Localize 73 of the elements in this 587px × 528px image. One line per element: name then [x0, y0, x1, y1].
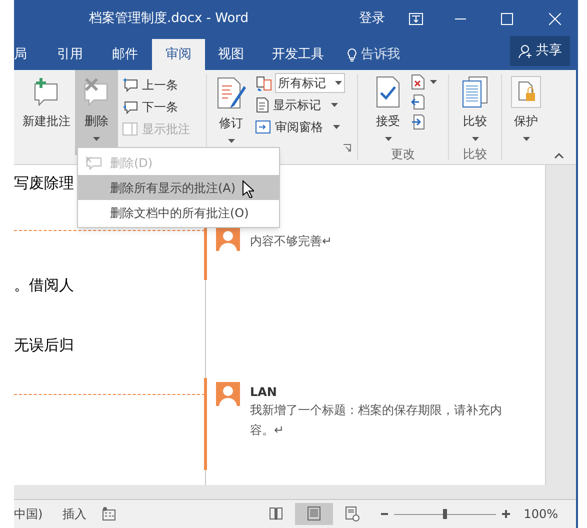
caret-icon — [430, 80, 437, 84]
previous-comment-icon — [122, 77, 138, 93]
ribbon-tab[interactable]: 邮件 — [98, 39, 152, 70]
compare-documents-icon — [461, 76, 489, 108]
add-person-icon — [518, 44, 533, 58]
ribbon-tab[interactable]: 开发工具 — [257, 39, 339, 70]
caret-icon — [384, 137, 392, 141]
group-label: 比较 — [463, 147, 487, 161]
ribbon-options-button[interactable] — [409, 12, 423, 24]
markup-icon — [255, 75, 273, 91]
new-comment-button[interactable]: 新建批注 — [18, 70, 75, 155]
print-view-button[interactable] — [294, 503, 333, 525]
document-text: 写废除理 — [14, 173, 74, 193]
close-button[interactable] — [549, 12, 561, 24]
mouse-pointer-icon — [242, 180, 254, 198]
markup-dropdown[interactable]: 所有标记 — [275, 73, 345, 93]
macro-icon[interactable] — [102, 507, 116, 521]
avatar-icon — [216, 382, 240, 406]
menu-item[interactable]: 删除文档中的所有批注(O) — [78, 200, 279, 225]
document-lock-icon — [511, 76, 541, 108]
caret-icon — [228, 139, 234, 143]
comment-delete-icon — [85, 156, 103, 170]
previous-comment-button[interactable]: 上一条 — [122, 74, 202, 96]
insert-mode-indicator[interactable]: 插入 — [62, 505, 87, 523]
comment-text: 我新增了一个标题：档案的保存期限，请补充内容。↵ — [250, 402, 503, 439]
read-view-icon — [268, 506, 284, 522]
caret-icon — [522, 137, 530, 141]
maximize-button[interactable] — [501, 12, 513, 24]
window-title: 档案管理制度.docx - Word — [89, 10, 250, 28]
delete-button[interactable]: 删除 — [75, 70, 118, 155]
lightbulb-icon — [347, 48, 357, 62]
comments-pane-icon — [122, 122, 138, 136]
caret-icon — [333, 125, 340, 129]
caret-icon — [472, 137, 478, 141]
caret-icon — [335, 81, 342, 85]
ribbon-tab[interactable]: 局 — [14, 39, 42, 70]
document-text: 无误后归 — [14, 335, 74, 355]
show-markup-button[interactable]: 显示标记 — [255, 94, 345, 116]
dialog-launcher-icon[interactable] — [343, 144, 351, 152]
plus-icon[interactable] — [502, 510, 510, 518]
reviewing-pane-button[interactable]: 审阅窗格 — [255, 116, 345, 138]
document-check-icon — [375, 76, 401, 108]
ribbon-tab[interactable]: 引用 — [42, 39, 98, 70]
sign-in-link[interactable]: 登录 — [359, 8, 385, 28]
collapse-ribbon-icon[interactable] — [554, 153, 564, 159]
minus-icon[interactable] — [380, 513, 388, 515]
comment-author: LAN — [250, 384, 278, 400]
document-pen-icon — [215, 76, 247, 110]
document-text: 。借阅人 — [14, 275, 74, 295]
close-icon — [549, 12, 561, 24]
menu-item[interactable]: 删除所有显示的批注(A) — [78, 175, 279, 200]
print-view-icon — [306, 506, 322, 522]
web-view-icon — [344, 506, 360, 522]
group-label: 更改 — [391, 147, 415, 161]
zoom-slider-thumb[interactable] — [442, 509, 447, 519]
caret-icon — [331, 103, 338, 107]
language-indicator[interactable]: 中国) — [14, 505, 43, 523]
caret-icon — [93, 137, 100, 141]
zoom-level[interactable]: 100% — [524, 505, 558, 523]
share-button[interactable]: 共享 — [510, 36, 570, 66]
comment-text: 内容不够完善↵ — [250, 233, 334, 250]
protect-button[interactable]: 保护 — [506, 70, 546, 155]
maximize-icon — [501, 12, 513, 24]
reject-icon[interactable] — [411, 74, 425, 90]
reviewing-pane-icon — [255, 120, 271, 134]
ribbon-options-icon — [409, 12, 423, 24]
ribbon-tab[interactable]: 视图 — [205, 39, 257, 70]
zoom-slider[interactable] — [394, 509, 496, 519]
ribbon-tab[interactable]: 审阅 — [152, 39, 205, 70]
tell-me-field[interactable]: 告诉我 — [361, 44, 400, 64]
document-icon — [255, 97, 269, 113]
next-comment-icon — [122, 99, 138, 115]
next-comment-button[interactable]: 下一条 — [122, 96, 202, 118]
